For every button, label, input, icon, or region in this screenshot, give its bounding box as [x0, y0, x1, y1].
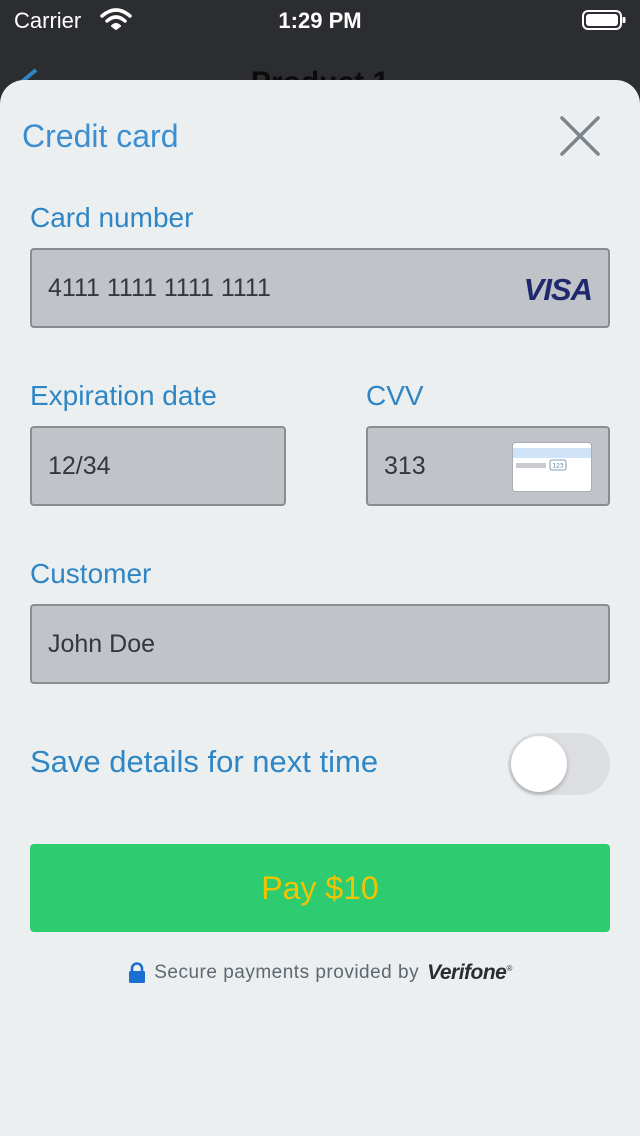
customer-input[interactable]	[48, 606, 452, 682]
toggle-knob	[511, 736, 567, 792]
close-icon[interactable]	[552, 108, 608, 164]
expiration-date-input[interactable]	[48, 428, 225, 504]
customer-label: Customer	[30, 558, 152, 589]
battery-icon	[582, 10, 626, 30]
save-details-toggle[interactable]	[508, 733, 610, 795]
expiration-date-field[interactable]	[30, 426, 286, 506]
secure-payments-text: Secure payments provided by	[154, 962, 420, 983]
cvv-card-icon-text: 123	[552, 463, 564, 470]
cvv-label: CVV	[366, 380, 424, 411]
visa-logo: VISA	[523, 272, 593, 307]
pay-button[interactable]: Pay $10	[30, 844, 610, 932]
status-bar: Carrier 1:29 PM	[0, 0, 640, 40]
verifone-logo: Verifone®	[427, 961, 512, 984]
expiration-date-label: Expiration date	[30, 380, 217, 411]
credit-card-sheet: Credit card Card number VISA Expiration …	[0, 80, 640, 1136]
card-back-icon: 123	[512, 442, 592, 492]
secure-payments-note: Secure payments provided by Verifone®	[0, 958, 640, 988]
card-number-label: Card number	[30, 202, 194, 233]
customer-field[interactable]	[30, 604, 610, 684]
lock-icon	[129, 962, 146, 983]
cvv-input[interactable]	[384, 428, 480, 504]
card-number-field[interactable]: VISA	[30, 248, 610, 328]
cvv-field[interactable]: 123	[366, 426, 610, 506]
save-details-label: Save details for next time	[30, 744, 379, 779]
card-number-input[interactable]	[48, 250, 452, 326]
clock: 1:29 PM	[278, 8, 362, 33]
sheet-title: Credit card	[22, 118, 179, 154]
